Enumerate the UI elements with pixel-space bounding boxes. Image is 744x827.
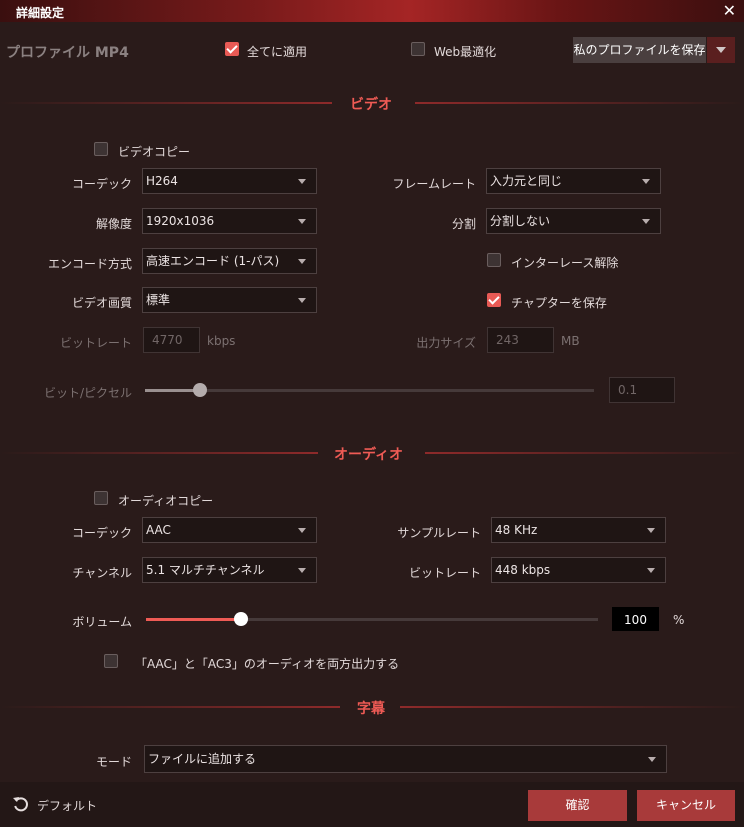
apply-all-checkbox[interactable] <box>225 42 239 56</box>
chevron-down-icon <box>642 219 650 224</box>
audio-codec-label: コーデック <box>71 526 132 540</box>
chevron-down-icon <box>298 568 306 573</box>
close-icon[interactable]: ✕ <box>723 1 736 20</box>
encode-label: エンコード方式 <box>47 257 132 271</box>
web-optimize-checkbox[interactable] <box>411 42 425 56</box>
video-divider-right <box>415 102 744 104</box>
dual-output-checkbox[interactable] <box>104 654 118 668</box>
resolution-select[interactable]: 1920x1036 <box>142 208 317 234</box>
web-optimize-label: Web最適化 <box>434 45 497 59</box>
video-bitrate-label: ビットレート <box>59 336 132 350</box>
save-profile-button[interactable]: 私のプロファイルを保存 <box>573 37 706 63</box>
resolution-label: 解像度 <box>95 217 132 231</box>
chevron-down-icon <box>298 179 306 184</box>
audio-divider-left <box>0 452 318 454</box>
window-title: 詳細設定 <box>16 6 65 20</box>
video-copy-label: ビデオコピー <box>118 145 191 159</box>
deinterlace-checkbox[interactable] <box>487 253 501 267</box>
audio-section-title: オーディオ <box>334 447 404 463</box>
resolution-value: 1920x1036 <box>146 214 215 228</box>
audio-divider-right <box>425 452 744 454</box>
subtitle-mode-label: モード <box>95 755 132 769</box>
audio-bitrate-value: 448 kbps <box>495 563 551 577</box>
video-section-title: ビデオ <box>350 97 392 113</box>
profile-label: プロファイル MP4 <box>6 45 129 61</box>
keep-chapters-checkbox[interactable] <box>487 293 501 307</box>
video-codec-label: コーデック <box>71 177 132 191</box>
chevron-down-icon <box>647 528 655 533</box>
deinterlace-label: インターレース解除 <box>511 256 619 270</box>
cancel-button[interactable]: キャンセル <box>637 790 735 821</box>
apply-all-label: 全てに適用 <box>247 45 308 59</box>
confirm-button[interactable]: 確認 <box>528 790 627 821</box>
split-value: 分割しない <box>490 214 551 228</box>
output-size-input[interactable]: 243 <box>487 327 554 353</box>
output-size-label: 出力サイズ <box>416 336 476 350</box>
chevron-down-icon <box>716 47 726 53</box>
video-codec-select[interactable]: H264 <box>142 168 317 194</box>
title-bar <box>0 0 744 22</box>
quality-label: ビデオ画質 <box>71 296 132 310</box>
chevron-down-icon <box>298 528 306 533</box>
bpp-input[interactable]: 0.1 <box>609 377 675 403</box>
audio-bitrate-select[interactable]: 448 kbps <box>491 557 666 583</box>
bpp-slider-fill <box>145 389 200 392</box>
framerate-value: 入力元と同じ <box>490 174 563 188</box>
samplerate-label: サンプルレート <box>397 526 481 540</box>
chevron-down-icon <box>642 179 650 184</box>
framerate-label: フレームレート <box>392 177 476 191</box>
volume-input[interactable]: 100 <box>612 607 659 631</box>
volume-slider-thumb[interactable] <box>234 612 248 626</box>
channels-value: 5.1 マルチチャンネル <box>146 563 265 577</box>
framerate-select[interactable]: 入力元と同じ <box>486 168 661 194</box>
quality-select[interactable]: 標準 <box>142 287 317 313</box>
volume-label: ボリューム <box>72 615 132 629</box>
audio-bitrate-label: ビットレート <box>408 566 481 580</box>
audio-copy-checkbox[interactable] <box>94 491 108 505</box>
video-bitrate-input[interactable]: 4770 <box>143 327 200 353</box>
audio-copy-label: オーディオコピー <box>118 494 214 508</box>
subtitle-divider-left <box>0 706 340 708</box>
volume-slider-fill <box>146 618 241 621</box>
audio-codec-value: AAC <box>146 523 171 537</box>
quality-value: 標準 <box>146 293 171 307</box>
default-label: デフォルト <box>37 799 98 813</box>
bpp-slider-track[interactable] <box>145 389 594 392</box>
subtitle-mode-value: ファイルに追加する <box>148 752 257 766</box>
encode-select[interactable]: 高速エンコード (1-パス) <box>142 248 317 274</box>
split-select[interactable]: 分割しない <box>486 208 661 234</box>
subtitle-section-title: 字幕 <box>357 701 385 717</box>
bpp-label: ビット/ピクセル <box>43 386 132 400</box>
chevron-down-icon <box>298 219 306 224</box>
split-label: 分割 <box>451 217 476 231</box>
samplerate-select[interactable]: 48 KHz <box>491 517 666 543</box>
video-bitrate-unit: kbps <box>207 334 236 348</box>
channels-label: チャンネル <box>72 566 132 580</box>
video-divider-left <box>0 102 332 104</box>
subtitle-mode-select[interactable]: ファイルに追加する <box>144 745 667 773</box>
volume-unit: % <box>673 613 685 627</box>
samplerate-value: 48 KHz <box>495 523 538 537</box>
subtitle-divider-right <box>400 706 744 708</box>
keep-chapters-label: チャプターを保存 <box>511 296 607 310</box>
output-size-unit: MB <box>561 334 580 348</box>
bpp-slider-thumb[interactable] <box>193 383 207 397</box>
channels-select[interactable]: 5.1 マルチチャンネル <box>142 557 317 583</box>
reset-icon <box>13 797 28 812</box>
default-button[interactable]: デフォルト <box>12 795 132 815</box>
encode-value: 高速エンコード (1-パス) <box>146 254 280 268</box>
save-profile-dropdown[interactable] <box>707 37 735 63</box>
audio-codec-select[interactable]: AAC <box>142 517 317 543</box>
chevron-down-icon <box>647 568 655 573</box>
dual-output-label: 「AAC」と「AC3」のオーディオを両方出力する <box>135 657 400 671</box>
video-copy-checkbox[interactable] <box>94 142 108 156</box>
chevron-down-icon <box>298 259 306 264</box>
chevron-down-icon <box>648 757 656 762</box>
video-codec-value: H264 <box>146 174 178 188</box>
chevron-down-icon <box>298 298 306 303</box>
